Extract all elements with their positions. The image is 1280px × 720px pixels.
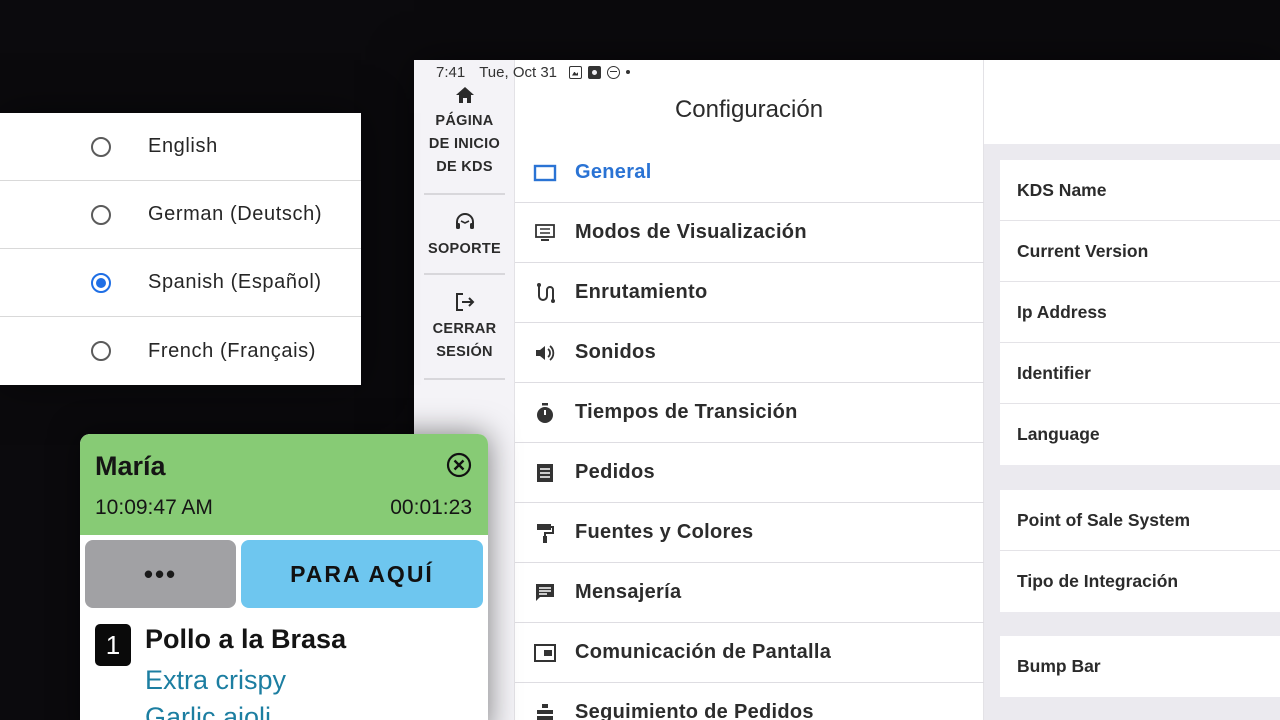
status-time: 7:41 [436,63,466,81]
customer-name: María [95,451,166,481]
menu-item-orders[interactable]: Pedidos [515,443,984,503]
home-icon [455,87,474,103]
language-option-german[interactable]: German (Deutsch) [0,181,361,249]
ticket-header: María 10:09:47 AM 00:01:23 [80,434,488,535]
setting-kds-name[interactable]: KDS Name [1000,160,1280,221]
radio-button[interactable] [91,204,111,225]
nav-kds-home-label: PÁGINA DE INICIO DE KDS [428,113,501,175]
tablet-icon [533,161,557,185]
order-ticket: María 10:09:47 AM 00:01:23 ••• PARA AQUÍ… [80,434,488,720]
routing-icon [533,281,557,305]
item-quantity-badge: 1 [95,624,131,666]
menu-item-messaging[interactable]: Mensajería [515,563,984,623]
status-date: Tue, Oct 31 [479,63,558,81]
setting-language[interactable]: Language [1000,404,1280,465]
menu-item-label: Seguimiento de Pedidos [575,701,814,720]
menu-item-sounds[interactable]: Sonidos [515,323,984,383]
language-label: French (Français) [148,339,317,362]
language-option-spanish[interactable]: Spanish (Español) [0,249,361,317]
pos-group: Point of Sale System Tipo de Integración [1000,490,1280,612]
image-notification-icon [569,65,583,79]
setting-integration-type[interactable]: Tipo de Integración [1000,551,1280,612]
page-title: Configuración [674,96,824,123]
device-info-group: KDS Name Current Version Ip Address Iden… [1000,160,1280,465]
language-label: English [148,135,218,157]
item-modifier: Extra crispy [145,665,287,695]
radio-button[interactable] [91,341,111,361]
settings-menu-panel: Configuración General Modos de Visualiza… [515,60,984,720]
do-not-disturb-icon [607,65,621,79]
radio-button[interactable] [91,136,111,157]
language-option-french[interactable]: French (Français) [0,317,361,385]
stopwatch-icon [533,401,557,425]
menu-item-transition-times[interactable]: Tiempos de Transición [515,383,984,443]
language-label: German (Deutsch) [148,203,323,225]
menu-item-general[interactable]: General [515,143,984,203]
display-modes-icon [533,221,557,245]
kds-settings-screen: 7:41 Tue, Oct 31 PÁGINA DE INICIO DE KDS… [414,60,1280,720]
close-icon[interactable] [446,452,472,483]
status-bar: 7:41 Tue, Oct 31 [414,60,984,84]
order-time: 10:09:47 AM [95,496,213,519]
item-modifier: Garlic aioli [145,702,272,720]
menu-item-label: Sonidos [575,341,656,363]
logout-icon [455,293,474,311]
nav-support[interactable]: SOPORTE [424,212,505,261]
message-icon [533,581,557,605]
nav-divider [424,273,505,275]
setting-bump-bar[interactable]: Bump Bar [1000,636,1280,697]
order-type-button[interactable]: PARA AQUÍ [241,540,483,608]
menu-item-order-tracking[interactable]: Seguimiento de Pedidos [515,683,984,720]
language-picker: English German (Deutsch) Spanish (Españo… [0,113,361,385]
nav-kds-home[interactable]: PÁGINA DE INICIO DE KDS [424,86,505,179]
menu-item-label: Enrutamiento [575,281,708,303]
setting-point-of-sale[interactable]: Point of Sale System [1000,490,1280,551]
nav-logout[interactable]: CERRAR SESIÓN [424,292,505,364]
language-label: Spanish (Español) [148,271,322,293]
setting-current-version[interactable]: Current Version [1000,221,1280,282]
language-option-english[interactable]: English [0,113,361,181]
speaker-icon [533,341,557,365]
settings-menu: General Modos de Visualización Enrutamie… [515,143,984,720]
menu-item-label: General [575,161,652,183]
menu-item-label: Modos de Visualización [575,221,807,243]
nav-support-label: SOPORTE [428,241,501,257]
menu-item-screen-communication[interactable]: Comunicación de Pantalla [515,623,984,683]
camera-notification-icon [588,65,602,79]
menu-item-label: Tiempos de Transición [575,401,798,423]
menu-item-label: Comunicación de Pantalla [575,641,832,663]
menu-item-label: Fuentes y Colores [575,521,754,543]
screen-icon [533,641,557,665]
support-agent-icon [455,213,474,229]
menu-item-label: Pedidos [575,461,655,483]
bump-bar-group: Bump Bar [1000,636,1280,697]
more-notifications-dot-icon [626,70,631,74]
menu-item-routing[interactable]: Enrutamiento [515,263,984,323]
nav-divider [424,378,505,380]
setting-ip-address[interactable]: Ip Address [1000,282,1280,343]
detail-header [984,60,1280,144]
tracking-icon [533,701,557,720]
menu-item-fonts-colors[interactable]: Fuentes y Colores [515,503,984,563]
menu-item-label: Mensajería [575,581,682,603]
general-settings-panel: KDS Name Current Version Ip Address Iden… [984,60,1280,720]
nav-logout-label: CERRAR SESIÓN [432,321,497,360]
paint-roller-icon [533,521,557,545]
receipt-icon [533,461,557,485]
radio-button-selected[interactable] [91,272,111,293]
more-options-button[interactable]: ••• [85,540,236,608]
nav-divider [424,193,505,195]
menu-item-display-modes[interactable]: Modos de Visualización [515,203,984,263]
elapsed-timer: 00:01:23 [390,496,472,519]
item-name: Pollo a la Brasa [145,624,347,654]
setting-identifier[interactable]: Identifier [1000,343,1280,404]
